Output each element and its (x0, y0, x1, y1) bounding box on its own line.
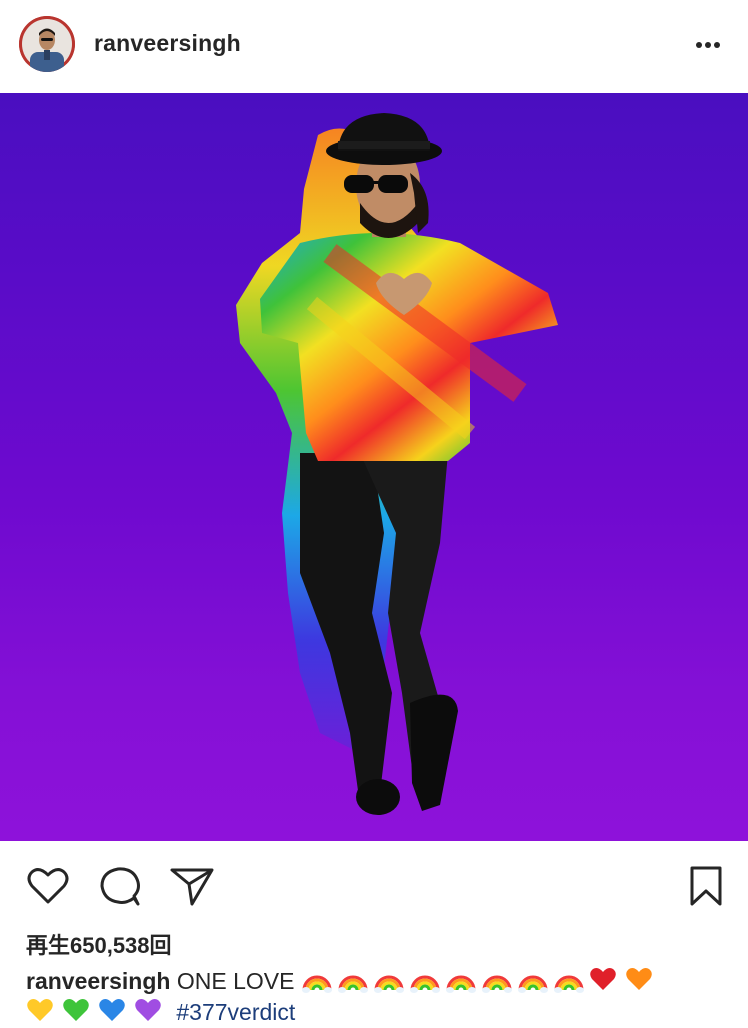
blue-heart-emoji (98, 997, 130, 1025)
rainbow-emoji (337, 966, 369, 994)
action-bar (0, 850, 748, 920)
comment-button[interactable] (96, 862, 144, 910)
rainbow-emoji (373, 966, 405, 994)
share-button[interactable] (168, 862, 216, 910)
rainbow-emoji (445, 966, 477, 994)
paper-plane-icon (170, 868, 214, 906)
red-heart-emoji (589, 966, 621, 994)
post-media-video[interactable] (0, 93, 748, 841)
rainbow-emoji (517, 966, 549, 994)
green-heart-emoji (62, 997, 94, 1025)
view-count: 再生650,538回 (26, 933, 172, 958)
comment-bubble-icon (100, 867, 140, 906)
avatar[interactable] (19, 16, 75, 72)
post-username[interactable]: ranveersingh (94, 30, 241, 57)
like-button[interactable] (24, 862, 72, 910)
caption-hashtag[interactable]: #377verdict (176, 999, 295, 1025)
more-horizontal-icon (696, 42, 720, 48)
post-header: ranveersingh (0, 0, 748, 92)
yellow-heart-emoji (26, 997, 58, 1025)
orange-heart-emoji (625, 966, 657, 994)
rainbow-emoji (409, 966, 441, 994)
caption-emojis (301, 968, 661, 994)
purple-heart-emoji (134, 997, 166, 1025)
caption-username[interactable]: ranveersingh (26, 968, 170, 994)
more-options-button[interactable] (690, 30, 726, 60)
media-illustration (236, 113, 558, 815)
save-button[interactable] (682, 862, 730, 910)
post-caption: ranveersingh ONE LOVE #377verdict (26, 966, 726, 1028)
rainbow-emoji (553, 966, 585, 994)
caption-emojis-2 (26, 999, 170, 1025)
heart-outline-icon (27, 868, 69, 904)
bookmark-icon (690, 866, 722, 906)
rainbow-emoji (481, 966, 513, 994)
rainbow-emoji (301, 966, 333, 994)
caption-text: ONE LOVE (176, 968, 295, 994)
